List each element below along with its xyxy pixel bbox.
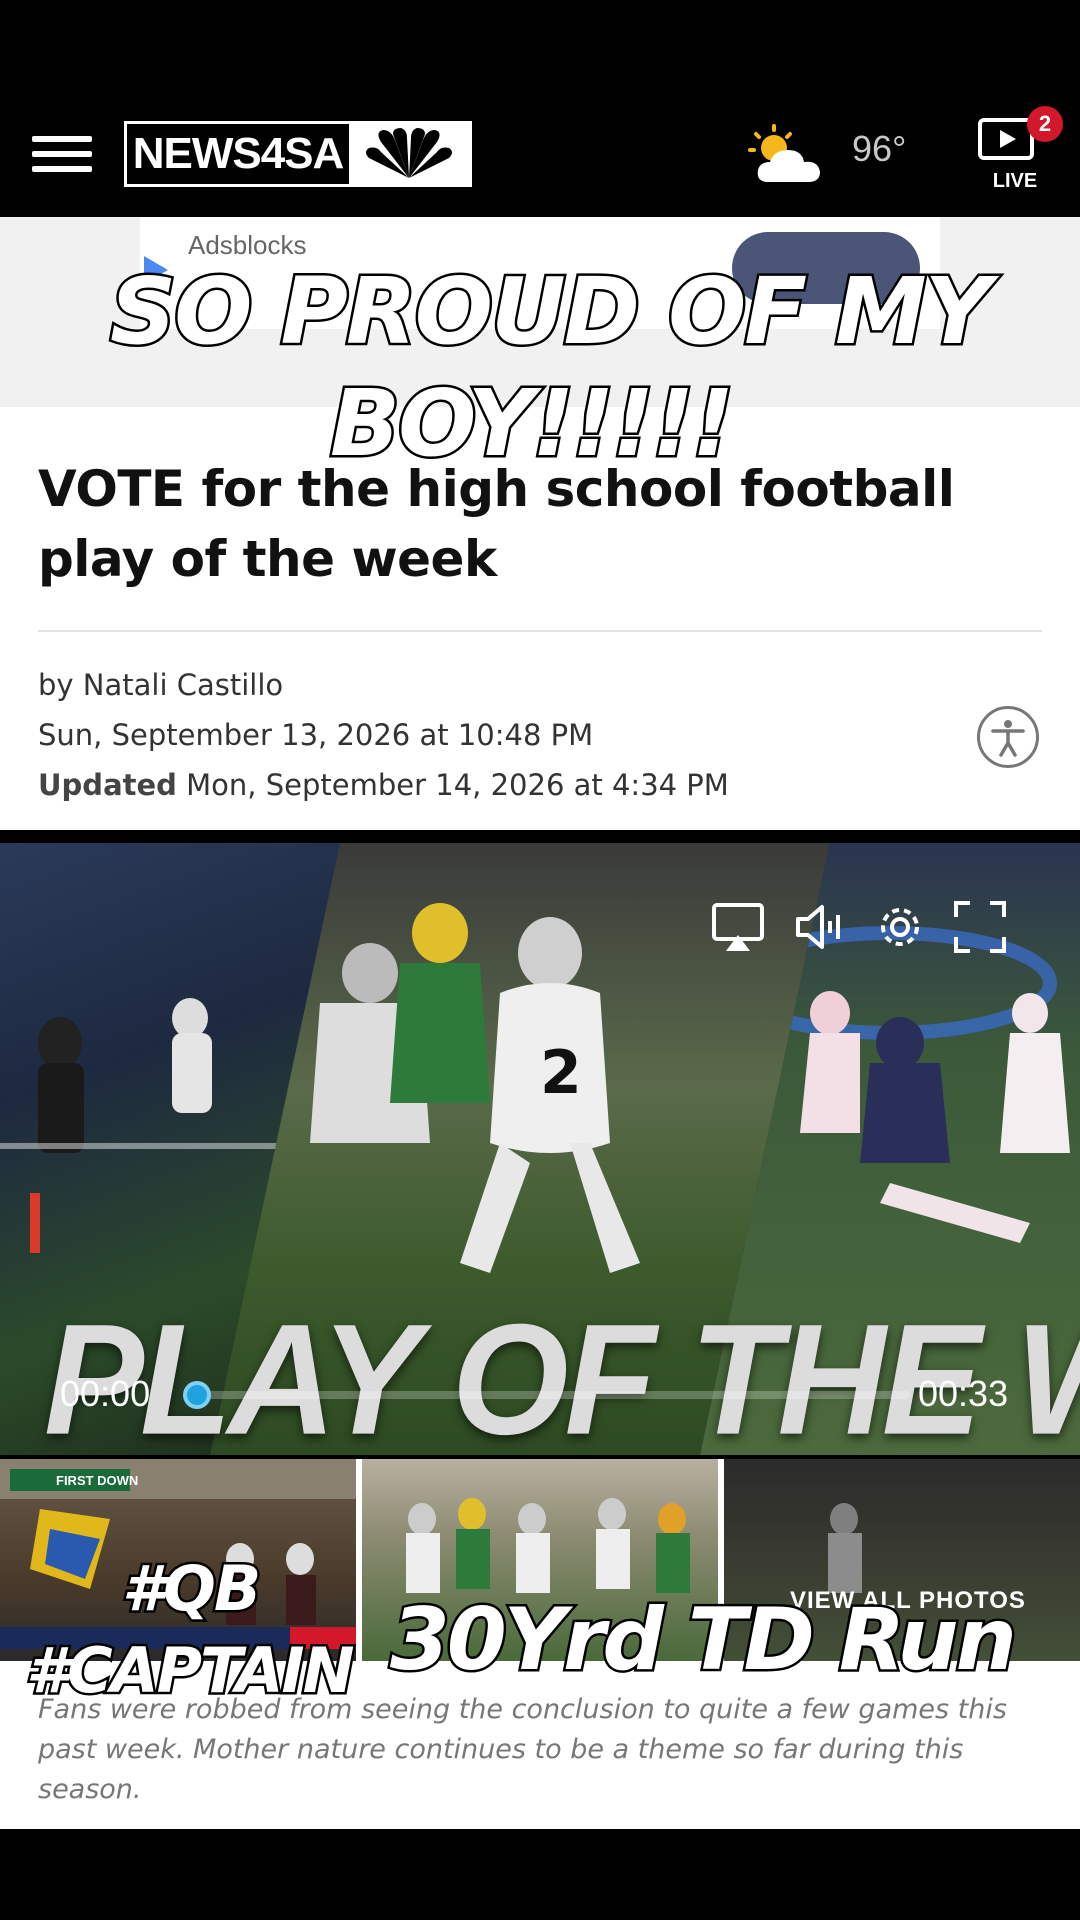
live-label: LIVE <box>992 170 1038 192</box>
menu-icon[interactable] <box>32 134 92 174</box>
overlay-text-line2: BOY!!!!! <box>327 368 736 480</box>
video-player[interactable]: 2 PLAY OF THE WEEK 00:00 <box>0 843 1080 1455</box>
temperature-readout: 96° <box>852 128 907 169</box>
video-caption: Fans were robbed from seeing the conclus… <box>38 1694 1007 1805</box>
volume-icon[interactable] <box>792 899 848 955</box>
duration: 00:33 <box>918 1373 1009 1414</box>
accessibility-button[interactable] <box>977 706 1039 768</box>
seek-handle[interactable] <box>183 1381 211 1409</box>
overlay-run-text: 30Yrd TD Run <box>388 1588 1020 1693</box>
divider <box>38 630 1042 632</box>
updated-date: Updated Mon, September 14, 2026 at 4:34 … <box>38 768 729 802</box>
partly-sunny-icon <box>748 124 828 188</box>
video-title-graphic: PLAY OF THE WEEK <box>44 1290 1080 1455</box>
overlay-hashtag-qb: #QB <box>119 1550 263 1628</box>
accessibility-icon <box>991 720 1025 757</box>
site-logo[interactable]: NEWS4SA <box>124 121 472 187</box>
current-time: 00:00 <box>60 1373 151 1414</box>
airplay-icon[interactable] <box>710 899 766 955</box>
peacock-icon <box>349 124 469 184</box>
ad-brand: Adsblocks <box>188 230 307 260</box>
overlay-text-line1: SO PROUD OF MY <box>107 256 993 368</box>
byline: by Natali Castillo <box>38 668 284 702</box>
updated-label: Updated <box>38 768 177 802</box>
overlay-hashtag-captain: #CAPTAIN <box>23 1632 356 1710</box>
logo-text: NEWS4SA <box>127 124 349 184</box>
live-count-badge: 2 <box>1027 106 1063 142</box>
updated-value: Mon, September 14, 2026 at 4:34 PM <box>186 768 729 802</box>
published-date: Sun, September 13, 2026 at 10:48 PM <box>38 718 594 752</box>
svg-text:FIRST DOWN: FIRST DOWN <box>56 1473 138 1488</box>
seek-bar[interactable] <box>200 1391 910 1399</box>
settings-gear-icon[interactable] <box>872 899 928 955</box>
fullscreen-icon[interactable] <box>952 899 1008 955</box>
svg-text:2: 2 <box>540 1038 582 1108</box>
